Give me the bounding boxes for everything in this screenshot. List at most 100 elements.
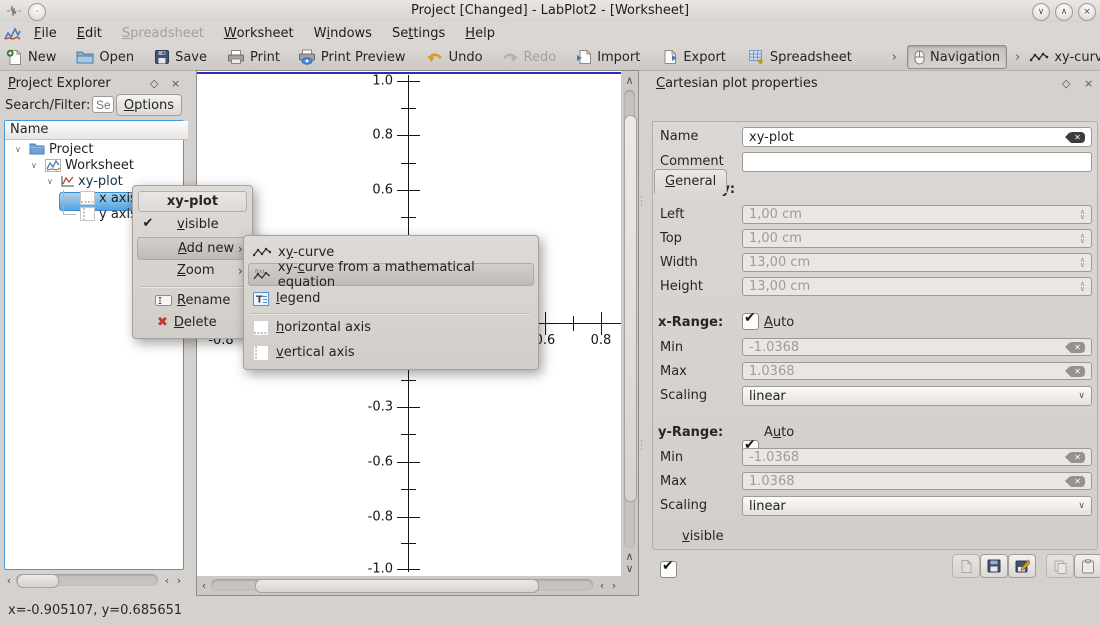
title-bar[interactable]: · Project [Changed] - LabPlot2 - [Worksh… bbox=[0, 0, 1100, 22]
tab-general[interactable]: General bbox=[654, 169, 727, 193]
open-button[interactable]: Open bbox=[70, 45, 140, 69]
scrollbar-thumb[interactable] bbox=[17, 574, 59, 588]
xy-curve-button[interactable]: xy-curve bbox=[1024, 45, 1100, 69]
new-button-label: New bbox=[28, 50, 56, 65]
scroll-left-icon[interactable]: ‹ bbox=[199, 579, 209, 591]
worksheet-h-scrollbar[interactable]: ‹ ‹ › bbox=[197, 577, 621, 593]
splitter-handle[interactable]: ··· bbox=[640, 196, 644, 208]
width-spinbox[interactable]: 13,00 cm ∧∨ bbox=[742, 253, 1092, 272]
worksheet-v-scrollbar[interactable]: ∧ ∧ ∨ bbox=[622, 71, 637, 576]
window-close-button[interactable]: × bbox=[1078, 3, 1096, 21]
submenu-item-horizontal-axis[interactable]: horizontal axis bbox=[248, 317, 534, 338]
options-button[interactable]: Options bbox=[116, 94, 182, 116]
menu-file[interactable]: File bbox=[24, 22, 67, 44]
explorer-h-scrollbar[interactable]: ‹ ‹ › bbox=[4, 572, 182, 588]
load-template-button[interactable] bbox=[952, 554, 980, 578]
menu-windows[interactable]: Windows bbox=[304, 22, 382, 44]
toolbar-extension-chevron-icon[interactable]: › bbox=[1011, 50, 1024, 65]
dock-close-icon[interactable]: × bbox=[171, 77, 180, 90]
dock-close-icon[interactable]: × bbox=[1084, 77, 1093, 90]
window-title: Project [Changed] - LabPlot2 - [Workshee… bbox=[0, 3, 1100, 18]
spreadsheet-button[interactable]: Spreadsheet bbox=[742, 45, 858, 69]
export-button[interactable]: Export bbox=[656, 45, 732, 69]
paste-button[interactable] bbox=[1074, 554, 1100, 578]
spinner-arrows-icon[interactable]: ∧∨ bbox=[1080, 210, 1085, 220]
y-scaling-label: Scaling bbox=[660, 498, 707, 513]
expand-arrow-icon[interactable]: ∨ bbox=[47, 177, 57, 186]
menu-item-label: Add new bbox=[178, 241, 234, 256]
spinner-arrows-icon[interactable]: ∧∨ bbox=[1080, 258, 1085, 268]
spinner-arrows-icon[interactable]: ∧∨ bbox=[1080, 282, 1085, 292]
dock-float-icon[interactable]: ◇ bbox=[1062, 77, 1070, 90]
toolbar-extension-chevron-icon[interactable]: › bbox=[888, 50, 901, 65]
menu-spreadsheet[interactable]: Spreadsheet bbox=[112, 22, 214, 44]
menu-worksheet[interactable]: Worksheet bbox=[214, 22, 304, 44]
menu-help[interactable]: Help bbox=[455, 22, 505, 44]
menu-edit[interactable]: Edit bbox=[67, 22, 112, 44]
clear-field-icon[interactable]: ✕ bbox=[1070, 132, 1085, 143]
scrollbar-thumb[interactable] bbox=[255, 579, 539, 593]
scrollbar-thumb[interactable] bbox=[624, 115, 637, 502]
left-spinbox[interactable]: 1,00 cm ∧∨ bbox=[742, 205, 1092, 224]
tree-header-name[interactable]: Name bbox=[5, 121, 188, 140]
y-scaling-combobox[interactable]: linear ∨ bbox=[742, 496, 1092, 516]
top-spinbox[interactable]: 1,00 cm ∧∨ bbox=[742, 229, 1092, 248]
print-button[interactable]: Print bbox=[221, 45, 286, 69]
save-edit-template-button[interactable] bbox=[1008, 554, 1036, 578]
y-min-input[interactable]: -1.0368 ✕ bbox=[742, 448, 1092, 466]
scroll-up-icon[interactable]: ∧ bbox=[624, 75, 635, 86]
height-spinbox[interactable]: 13,00 cm ∧∨ bbox=[742, 277, 1092, 296]
x-max-input[interactable]: 1.0368 ✕ bbox=[742, 362, 1092, 380]
scroll-left-icon[interactable]: ‹ bbox=[597, 579, 607, 591]
dock-float-icon[interactable]: ◇ bbox=[150, 77, 158, 90]
visible-checkbox[interactable]: ✔ bbox=[660, 561, 677, 578]
menu-item-delete[interactable]: ✖ Delete bbox=[137, 312, 248, 333]
clear-field-icon: ✕ bbox=[1070, 452, 1085, 463]
import-button[interactable]: Import bbox=[570, 45, 646, 69]
menu-item-visible[interactable]: ✔ visible bbox=[137, 214, 248, 235]
expand-arrow-icon[interactable]: ∨ bbox=[31, 161, 41, 170]
scroll-left-icon[interactable]: ‹ bbox=[162, 574, 172, 586]
submenu-item-vertical-axis[interactable]: vertical axis bbox=[248, 342, 534, 363]
comment-input[interactable] bbox=[742, 152, 1092, 172]
y-max-input[interactable]: 1.0368 ✕ bbox=[742, 472, 1092, 490]
copy-button[interactable] bbox=[1046, 554, 1074, 578]
left-value: 1,00 cm bbox=[749, 207, 802, 222]
scroll-right-icon[interactable]: › bbox=[609, 579, 619, 591]
menu-settings[interactable]: Settings bbox=[382, 22, 455, 44]
spinner-arrows-icon[interactable]: ∧∨ bbox=[1080, 234, 1085, 244]
x-max-value: 1.0368 bbox=[749, 364, 795, 379]
submenu-item-xy-curve-equation[interactable]: f(x) xy-curve from a mathematical equati… bbox=[248, 263, 534, 286]
x-min-input[interactable]: -1.0368 ✕ bbox=[742, 338, 1092, 356]
scroll-right-icon[interactable]: › bbox=[174, 574, 184, 586]
expand-arrow-icon[interactable]: ∨ bbox=[15, 145, 25, 154]
scroll-down-icon[interactable]: ∨ bbox=[624, 563, 635, 574]
redo-button[interactable]: Redo bbox=[495, 45, 563, 69]
y-axis-icon bbox=[80, 207, 95, 221]
tree-item-project[interactable]: ∨ Project bbox=[5, 141, 183, 157]
menu-item-label: xy-curve bbox=[278, 245, 334, 260]
menu-item-rename[interactable]: Rename bbox=[137, 290, 248, 311]
menu-item-zoom[interactable]: Zoom › bbox=[137, 260, 248, 281]
window-maximize-button[interactable]: ∧ bbox=[1055, 3, 1073, 21]
legend-icon: T bbox=[253, 292, 269, 306]
splitter-handle[interactable]: ··· bbox=[640, 440, 644, 452]
print-button-label: Print bbox=[250, 50, 280, 65]
scroll-up-icon[interactable]: ∧ bbox=[624, 551, 635, 562]
name-input[interactable]: xy-plot ✕ bbox=[742, 127, 1092, 147]
menu-item-add-new[interactable]: Add new › bbox=[137, 237, 248, 260]
x-auto-checkbox[interactable]: ✔ bbox=[742, 313, 759, 330]
search-input[interactable] bbox=[92, 96, 114, 113]
new-button[interactable]: New bbox=[0, 45, 62, 69]
navigation-button[interactable]: Navigation bbox=[907, 45, 1007, 69]
window-minimize-button[interactable]: ∨ bbox=[1032, 3, 1050, 21]
tree-item-worksheet[interactable]: ∨ Worksheet bbox=[5, 157, 183, 173]
save-button[interactable]: Save bbox=[148, 45, 213, 69]
undo-button[interactable]: Undo bbox=[420, 45, 489, 69]
x-scaling-combobox[interactable]: linear ∨ bbox=[742, 386, 1092, 406]
print-preview-button[interactable]: Print Preview bbox=[292, 45, 412, 69]
save-template-button[interactable] bbox=[980, 554, 1008, 578]
menu-item-label: vertical axis bbox=[276, 345, 355, 360]
scroll-left-icon[interactable]: ‹ bbox=[4, 574, 14, 586]
submenu-item-legend[interactable]: T legend bbox=[248, 288, 534, 309]
